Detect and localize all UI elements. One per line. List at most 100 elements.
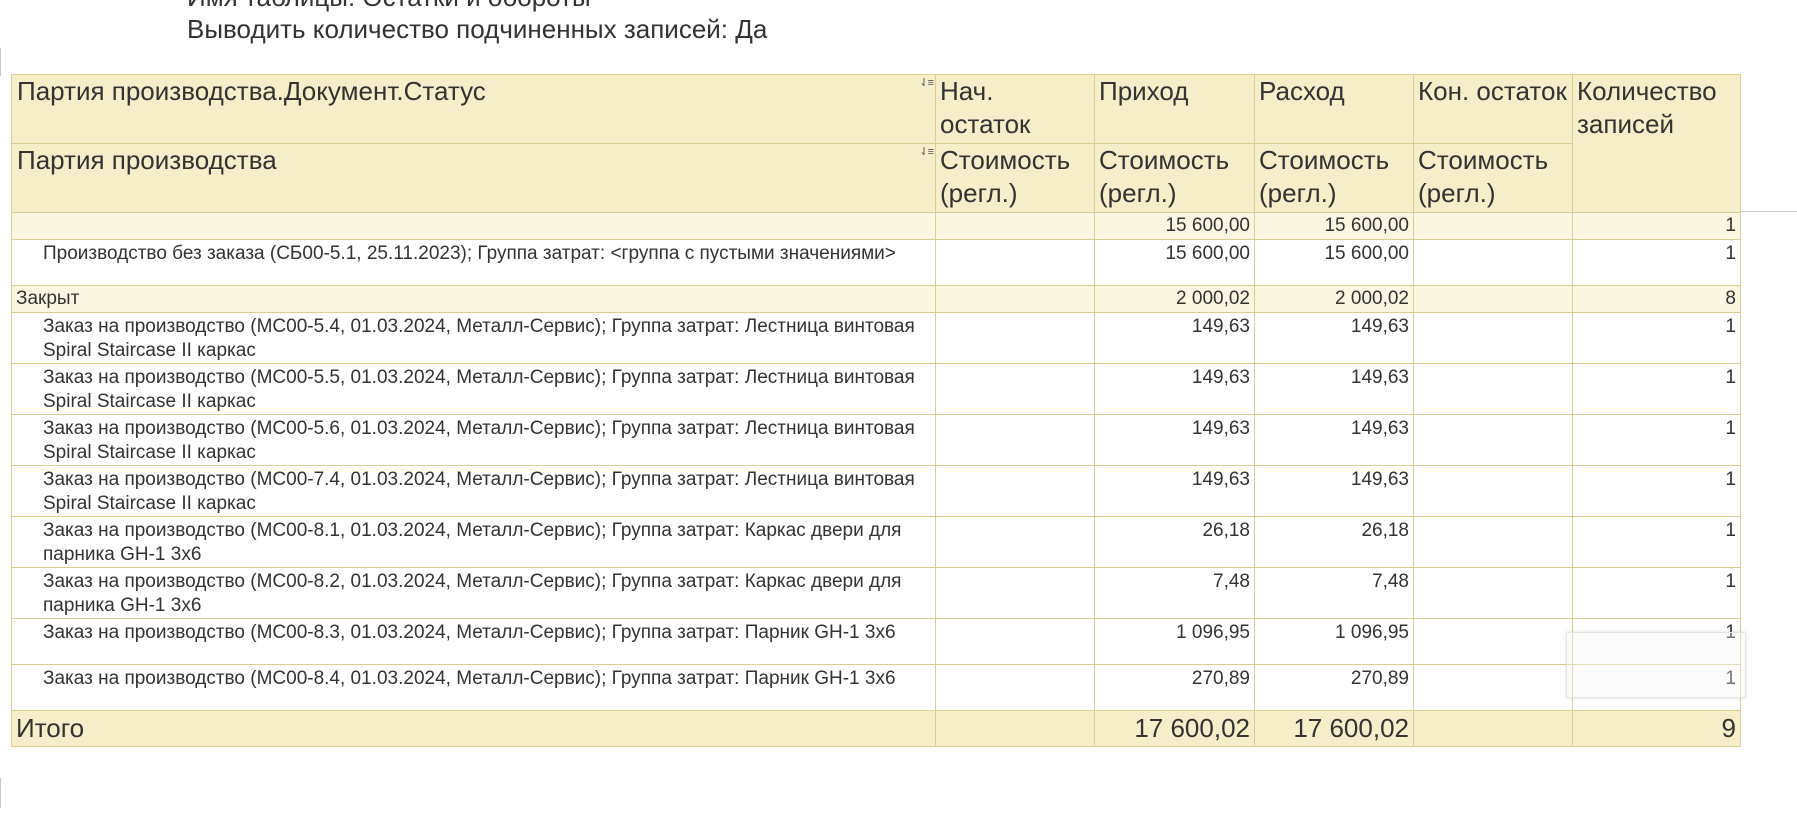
end-balance-cell[interactable] bbox=[1413, 363, 1573, 415]
header-expense-value[interactable]: Стоимость (регл.) bbox=[1254, 143, 1414, 213]
table-row[interactable]: Заказ на производство (МС00-8.2, 01.03.2… bbox=[11, 567, 1741, 619]
start-balance-cell[interactable] bbox=[935, 664, 1095, 711]
expense-cell[interactable]: 149,63 bbox=[1254, 363, 1414, 415]
batch-name-cell[interactable]: Заказ на производство (МС00-8.3, 01.03.2… bbox=[11, 618, 936, 665]
header-expense[interactable]: Расход bbox=[1254, 74, 1414, 144]
table-row[interactable]: Заказ на производство (МС00-8.3, 01.03.2… bbox=[11, 618, 1741, 665]
expense-cell[interactable]: 15 600,00 bbox=[1254, 239, 1414, 286]
count-cell[interactable]: 1 bbox=[1572, 664, 1741, 711]
header-income-value[interactable]: Стоимость (регл.) bbox=[1094, 143, 1255, 213]
end-balance-cell[interactable] bbox=[1413, 664, 1573, 711]
end-balance-cell[interactable] bbox=[1413, 516, 1573, 568]
total-start-balance-cell[interactable] bbox=[935, 710, 1095, 747]
end-balance-cell[interactable] bbox=[1413, 618, 1573, 665]
count-cell[interactable]: 1 bbox=[1572, 567, 1741, 619]
batch-name-cell[interactable]: Заказ на производство (МС00-5.4, 01.03.2… bbox=[11, 312, 936, 364]
total-label[interactable]: Итого bbox=[11, 710, 936, 747]
total-expense-cell[interactable]: 17 600,02 bbox=[1254, 710, 1414, 747]
expense-cell[interactable]: 7,48 bbox=[1254, 567, 1414, 619]
header-end-balance[interactable]: Кон. остаток bbox=[1413, 74, 1573, 144]
expense-cell[interactable]: 1 096,95 bbox=[1254, 618, 1414, 665]
batch-name-cell[interactable]: Заказ на производство (МС00-8.1, 01.03.2… bbox=[11, 516, 936, 568]
table-row[interactable]: Заказ на производство (МС00-8.1, 01.03.2… bbox=[11, 516, 1741, 568]
start-balance-cell[interactable] bbox=[935, 567, 1095, 619]
table-row[interactable]: Заказ на производство (МС00-5.4, 01.03.2… bbox=[11, 312, 1741, 364]
end-balance-cell[interactable] bbox=[1413, 465, 1573, 517]
table-row[interactable]: Заказ на производство (МС00-7.4, 01.03.2… bbox=[11, 465, 1741, 517]
start-balance-cell[interactable] bbox=[935, 285, 1095, 313]
count-cell[interactable]: 1 bbox=[1572, 516, 1741, 568]
header-start-balance[interactable]: Нач. остаток bbox=[935, 74, 1095, 144]
end-balance-cell[interactable] bbox=[1413, 239, 1573, 286]
count-cell[interactable]: 1 bbox=[1572, 212, 1741, 240]
expense-cell[interactable]: 149,63 bbox=[1254, 465, 1414, 517]
param-table-name: Имя таблицы: Остатки и обороты bbox=[187, 0, 591, 13]
count-cell[interactable]: 1 bbox=[1572, 618, 1741, 665]
start-balance-cell[interactable] bbox=[935, 239, 1095, 286]
end-balance-cell[interactable] bbox=[1413, 414, 1573, 466]
count-cell[interactable]: 1 bbox=[1572, 239, 1741, 286]
batch-name-cell[interactable]: Заказ на производство (МС00-5.6, 01.03.2… bbox=[11, 414, 936, 466]
end-balance-cell[interactable] bbox=[1413, 212, 1573, 240]
start-balance-cell[interactable] bbox=[935, 212, 1095, 240]
group-name-cell[interactable]: Закрыт bbox=[11, 285, 936, 313]
batch-name-cell[interactable]: Заказ на производство (МС00-7.4, 01.03.2… bbox=[11, 465, 936, 517]
expense-cell[interactable]: 2 000,02 bbox=[1254, 285, 1414, 313]
sort-icon[interactable]: ⇃≡ bbox=[919, 78, 934, 89]
group-name-cell[interactable] bbox=[11, 212, 936, 240]
table-row[interactable]: Производство без заказа (СБ00-5.1, 25.11… bbox=[11, 239, 1741, 286]
count-cell[interactable]: 1 bbox=[1572, 363, 1741, 415]
expense-cell[interactable]: 149,63 bbox=[1254, 312, 1414, 364]
start-balance-cell[interactable] bbox=[935, 516, 1095, 568]
expense-cell[interactable]: 15 600,00 bbox=[1254, 212, 1414, 240]
header-group-batch[interactable]: Партия производства ⇃≡ bbox=[11, 143, 936, 213]
income-cell[interactable]: 7,48 bbox=[1094, 567, 1255, 619]
income-cell[interactable]: 15 600,00 bbox=[1094, 239, 1255, 286]
income-cell[interactable]: 149,63 bbox=[1094, 312, 1255, 364]
table-row[interactable]: Заказ на производство (МС00-5.5, 01.03.2… bbox=[11, 363, 1741, 415]
header-end-value[interactable]: Стоимость (регл.) bbox=[1413, 143, 1573, 213]
header-income[interactable]: Приход bbox=[1094, 74, 1255, 144]
end-balance-cell[interactable] bbox=[1413, 312, 1573, 364]
group-row[interactable]: 15 600,00 15 600,00 1 bbox=[11, 212, 1741, 240]
total-end-balance-cell[interactable] bbox=[1413, 710, 1573, 747]
header-start-value[interactable]: Стоимость (регл.) bbox=[935, 143, 1095, 213]
batch-name-cell[interactable]: Производство без заказа (СБ00-5.1, 25.11… bbox=[11, 239, 936, 286]
header-group-status[interactable]: Партия производства.Документ.Статус ⇃≡ bbox=[11, 74, 936, 144]
count-cell[interactable]: 8 bbox=[1572, 285, 1741, 313]
start-balance-cell[interactable] bbox=[935, 312, 1095, 364]
income-cell[interactable]: 2 000,02 bbox=[1094, 285, 1255, 313]
sort-icon[interactable]: ⇃≡ bbox=[919, 147, 934, 158]
start-balance-cell[interactable] bbox=[935, 363, 1095, 415]
header-group-status-label: Партия производства.Документ.Статус bbox=[17, 76, 486, 106]
header-record-count[interactable]: Количество записей bbox=[1572, 74, 1741, 213]
count-cell[interactable]: 1 bbox=[1572, 414, 1741, 466]
total-income-cell[interactable]: 17 600,02 bbox=[1094, 710, 1255, 747]
income-cell[interactable]: 15 600,00 bbox=[1094, 212, 1255, 240]
income-cell[interactable]: 149,63 bbox=[1094, 465, 1255, 517]
end-balance-cell[interactable] bbox=[1413, 567, 1573, 619]
report-table: Партия производства.Документ.Статус ⇃≡ Н… bbox=[11, 74, 1741, 747]
count-cell[interactable]: 1 bbox=[1572, 312, 1741, 364]
total-row[interactable]: Итого 17 600,02 17 600,02 9 bbox=[11, 710, 1741, 747]
income-cell[interactable]: 149,63 bbox=[1094, 414, 1255, 466]
income-cell[interactable]: 26,18 bbox=[1094, 516, 1255, 568]
table-row[interactable]: Заказ на производство (МС00-5.6, 01.03.2… bbox=[11, 414, 1741, 466]
batch-name-cell[interactable]: Заказ на производство (МС00-5.5, 01.03.2… bbox=[11, 363, 936, 415]
expense-cell[interactable]: 149,63 bbox=[1254, 414, 1414, 466]
end-balance-cell[interactable] bbox=[1413, 285, 1573, 313]
expense-cell[interactable]: 26,18 bbox=[1254, 516, 1414, 568]
total-count-cell[interactable]: 9 bbox=[1572, 710, 1741, 747]
start-balance-cell[interactable] bbox=[935, 414, 1095, 466]
income-cell[interactable]: 270,89 bbox=[1094, 664, 1255, 711]
batch-name-cell[interactable]: Заказ на производство (МС00-8.4, 01.03.2… bbox=[11, 664, 936, 711]
start-balance-cell[interactable] bbox=[935, 618, 1095, 665]
start-balance-cell[interactable] bbox=[935, 465, 1095, 517]
count-cell[interactable]: 1 bbox=[1572, 465, 1741, 517]
group-row[interactable]: Закрыт 2 000,02 2 000,02 8 bbox=[11, 285, 1741, 313]
income-cell[interactable]: 149,63 bbox=[1094, 363, 1255, 415]
table-row[interactable]: Заказ на производство (МС00-8.4, 01.03.2… bbox=[11, 664, 1741, 711]
batch-name-cell[interactable]: Заказ на производство (МС00-8.2, 01.03.2… bbox=[11, 567, 936, 619]
expense-cell[interactable]: 270,89 bbox=[1254, 664, 1414, 711]
income-cell[interactable]: 1 096,95 bbox=[1094, 618, 1255, 665]
